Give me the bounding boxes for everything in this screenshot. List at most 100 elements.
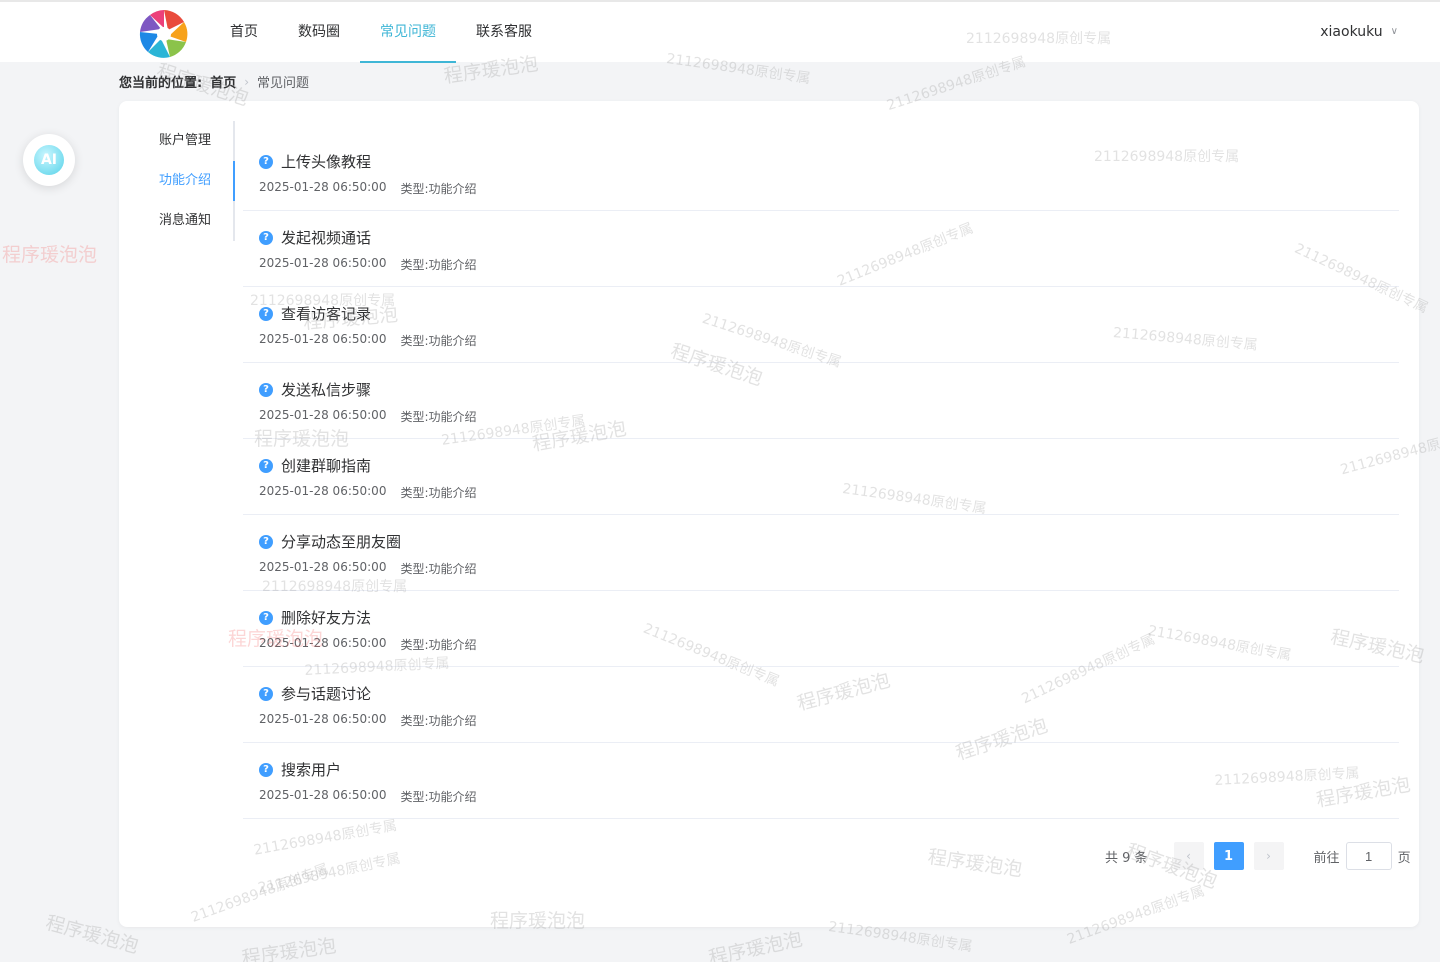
nav-home[interactable]: 首页 [210,2,278,62]
faq-item-title[interactable]: 创建群聊指南 [281,455,371,476]
faq-item-title[interactable]: 搜索用户 [281,759,341,780]
question-icon: ? [259,762,273,777]
faq-type-label: 类型: [400,258,429,272]
faq-item-meta: 2025-01-28 06:50:00 类型:功能介绍 [259,256,1399,273]
main-nav: 首页 数码圈 常见问题 联系客服 [210,2,552,63]
faq-type-label: 类型: [400,790,429,804]
faq-item-meta: 2025-01-28 06:50:00 类型:功能介绍 [259,180,1399,197]
faq-item-title[interactable]: 分享动态至朋友圈 [281,531,401,552]
faq-type-label: 类型: [400,562,429,576]
faq-item-meta: 2025-01-28 06:50:00 类型:功能介绍 [259,408,1399,425]
faq-category-sidebar: 账户管理 功能介绍 消息通知 [119,121,235,241]
faq-item[interactable]: ? 上传头像教程 2025-01-28 06:50:00 类型:功能介绍 [243,135,1399,211]
faq-item-type: 类型:功能介绍 [400,560,476,577]
faq-item-title[interactable]: 参与话题讨论 [281,683,371,704]
faq-item-meta: 2025-01-28 06:50:00 类型:功能介绍 [259,788,1399,805]
faq-item-title-row: ? 发送私信步骤 [259,379,1399,400]
faq-item-time: 2025-01-28 06:50:00 [259,332,387,346]
faq-type-value: 功能介绍 [428,258,477,272]
faq-item-type: 类型:功能介绍 [400,712,476,729]
faq-item-title[interactable]: 查看访客记录 [281,303,371,324]
username: xiaokuku [1320,24,1383,40]
faq-item[interactable]: ? 删除好友方法 2025-01-28 06:50:00 类型:功能介绍 [243,591,1399,667]
sidebar-item-account[interactable]: 账户管理 [119,121,233,161]
watermark-text: 程序瑗泡泡 [2,244,98,266]
faq-item[interactable]: ? 分享动态至朋友圈 2025-01-28 06:50:00 类型:功能介绍 [243,515,1399,591]
faq-item-title[interactable]: 发起视频通话 [281,227,371,248]
faq-type-label: 类型: [400,486,429,500]
faq-type-value: 功能介绍 [428,562,477,576]
next-page-button[interactable]: › [1253,842,1284,870]
pagination-total: 共 9 条 [1105,850,1148,866]
content-card: 账户管理 功能介绍 消息通知 ? 上传头像教程 2025-01-28 06:50:0… [119,101,1419,927]
question-icon: ? [259,230,273,245]
faq-type-value: 功能介绍 [428,410,477,424]
faq-item-time: 2025-01-28 06:50:00 [259,636,387,650]
faq-item[interactable]: ? 查看访客记录 2025-01-28 06:50:00 类型:功能介绍 [243,287,1399,363]
breadcrumb-home[interactable]: 首页 [210,72,236,91]
faq-type-value: 功能介绍 [428,638,477,652]
page-number-button[interactable]: 1 [1213,842,1244,870]
faq-item-title-row: ? 创建群聊指南 [259,455,1399,476]
question-icon: ? [259,610,273,625]
faq-item-time: 2025-01-28 06:50:00 [259,256,387,270]
faq-type-value: 功能介绍 [428,486,477,500]
faq-item-time: 2025-01-28 06:50:00 [259,408,387,422]
chevron-down-icon: ∨ [1390,26,1398,37]
faq-item-title-row: ? 搜索用户 [259,759,1399,780]
sidebar-item-notifications[interactable]: 消息通知 [119,201,233,241]
site-logo[interactable] [138,8,190,60]
breadcrumb-current: 常见问题 [257,76,310,91]
faq-item-type: 类型:功能介绍 [400,484,476,501]
nav-digital-circle[interactable]: 数码圈 [278,2,360,62]
goto-label: 前往 [1313,850,1340,866]
faq-item[interactable]: ? 发起视频通话 2025-01-28 06:50:00 类型:功能介绍 [243,211,1399,287]
faq-item-time: 2025-01-28 06:50:00 [259,788,387,802]
faq-item-type: 类型:功能介绍 [400,788,476,805]
goto-page-input[interactable] [1345,842,1392,870]
faq-item-meta: 2025-01-28 06:50:00 类型:功能介绍 [259,484,1399,501]
faq-item-title[interactable]: 删除好友方法 [281,607,371,628]
faq-type-label: 类型: [400,714,429,728]
faq-type-label: 类型: [400,638,429,652]
pagination: 共 9 条 ‹ 1 › 前往 页 [1105,841,1411,871]
faq-item-time: 2025-01-28 06:50:00 [259,560,387,574]
prev-page-button[interactable]: ‹ [1173,842,1204,870]
faq-item-meta: 2025-01-28 06:50:00 类型:功能介绍 [259,712,1399,729]
page-suffix: 页 [1397,850,1411,866]
faq-item[interactable]: ? 搜索用户 2025-01-28 06:50:00 类型:功能介绍 [243,743,1399,819]
faq-item-title-row: ? 发起视频通话 [259,227,1399,248]
faq-type-value: 功能介绍 [428,182,477,196]
faq-type-value: 功能介绍 [428,714,477,728]
faq-type-value: 功能介绍 [428,334,477,348]
ai-icon: AI [34,145,64,175]
nav-faq[interactable]: 常见问题 [360,2,456,63]
faq-item-title[interactable]: 发送私信步骤 [281,379,371,400]
faq-item-time: 2025-01-28 06:50:00 [259,484,387,498]
faq-item-type: 类型:功能介绍 [400,332,476,349]
faq-item-type: 类型:功能介绍 [400,636,476,653]
sidebar-item-features[interactable]: 功能介绍 [119,161,235,201]
question-icon: ? [259,534,273,549]
faq-item[interactable]: ? 参与话题讨论 2025-01-28 06:50:00 类型:功能介绍 [243,667,1399,743]
question-icon: ? [259,306,273,321]
faq-item-title-row: ? 上传头像教程 [259,151,1399,172]
faq-type-label: 类型: [400,410,429,424]
breadcrumb: 您当前的位置: 首页 › 常见问题 [119,72,310,92]
faq-item-meta: 2025-01-28 06:50:00 类型:功能介绍 [259,636,1399,653]
faq-item-type: 类型:功能介绍 [400,180,476,197]
faq-item-time: 2025-01-28 06:50:00 [259,180,387,194]
faq-item-title[interactable]: 上传头像教程 [281,151,371,172]
faq-item[interactable]: ? 创建群聊指南 2025-01-28 06:50:00 类型:功能介绍 [243,439,1399,515]
ai-assistant-button[interactable]: AI [23,134,75,186]
faq-type-value: 功能介绍 [428,790,477,804]
question-icon: ? [259,154,273,169]
faq-item[interactable]: ? 发送私信步骤 2025-01-28 06:50:00 类型:功能介绍 [243,363,1399,439]
faq-item-title-row: ? 参与话题讨论 [259,683,1399,704]
faq-list: ? 上传头像教程 2025-01-28 06:50:00 类型:功能介绍? 发起视频通话… [243,135,1399,819]
nav-customer-service[interactable]: 联系客服 [456,2,552,62]
faq-item-time: 2025-01-28 06:50:00 [259,712,387,726]
faq-item-title-row: ? 删除好友方法 [259,607,1399,628]
user-menu[interactable]: xiaokuku ∨ [1320,2,1398,62]
faq-item-type: 类型:功能介绍 [400,256,476,273]
